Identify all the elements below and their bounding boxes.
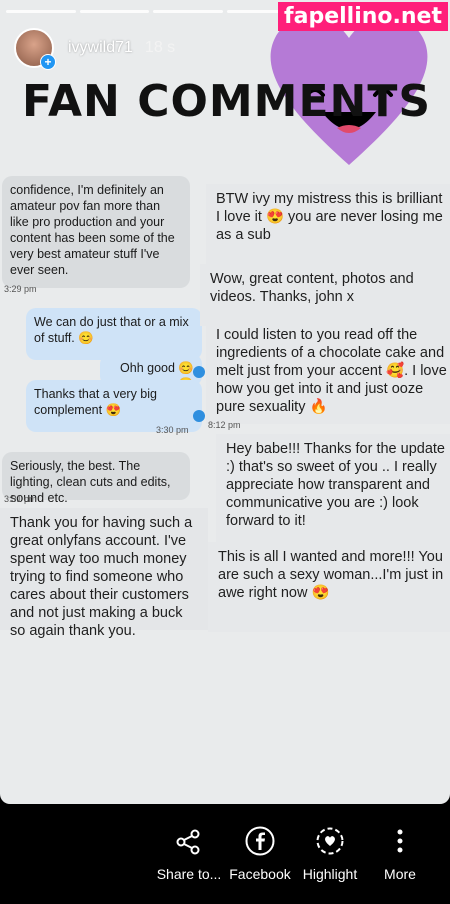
avatar[interactable]: + — [14, 28, 56, 70]
story-action-bar: Share to... Facebook Highlight More — [0, 804, 450, 904]
highlight-label: Highlight — [302, 866, 358, 882]
facebook-button[interactable]: Facebook — [228, 826, 292, 882]
progress-segment — [6, 10, 76, 13]
comment-text: Wow, great content, photos and videos. T… — [200, 264, 450, 326]
share-icon — [176, 829, 200, 855]
highlight-icon — [316, 827, 344, 855]
progress-segment — [79, 10, 150, 13]
timestamp: 3:30 pm — [156, 425, 189, 435]
story-canvas: fapellino.net + ivywild71 18 s FAN COMME… — [0, 0, 450, 804]
share-button[interactable]: Share to... — [156, 828, 222, 882]
message-left: Seriously, the best. The lighting, clean… — [2, 452, 190, 505]
message-right: We can do just that or a mix of stuff. 😊 — [26, 308, 202, 360]
post-time: 18 s — [144, 39, 176, 56]
share-label: Share to... — [156, 866, 222, 882]
comment-text: BTW ivy my mistress this is brilliant I … — [206, 184, 450, 264]
seen-indicator-icon — [193, 366, 205, 378]
comment-text: This is all I wanted and more!!! You are… — [208, 542, 450, 632]
seen-indicator-icon — [193, 410, 205, 422]
timestamp: 8:12 pm — [208, 420, 241, 430]
watermark: fapellino.net — [278, 2, 448, 31]
facebook-icon — [245, 826, 275, 856]
message-left: confidence, I'm definitely an amateur po… — [2, 176, 190, 288]
page-title: FAN COMMENTS — [22, 76, 432, 127]
progress-segment — [153, 10, 224, 13]
more-button[interactable]: More — [380, 826, 420, 882]
more-icon — [397, 829, 403, 853]
username[interactable]: ivywild71 — [68, 39, 133, 57]
facebook-label: Facebook — [229, 866, 291, 882]
story-header: + ivywild71 18 s — [14, 28, 176, 70]
highlight-button[interactable]: Highlight — [300, 826, 360, 882]
timestamp: 3:31 pm — [4, 494, 37, 504]
comment-text: I could listen to you read off the ingre… — [206, 320, 450, 424]
comment-text: Hey babe!!! Thanks for the update :) tha… — [216, 434, 450, 548]
timestamp: 3:29 pm — [4, 284, 37, 294]
comment-text: Thank you for having such a great onlyfa… — [0, 508, 208, 639]
add-story-icon[interactable]: + — [40, 54, 56, 70]
more-label: More — [384, 866, 416, 882]
